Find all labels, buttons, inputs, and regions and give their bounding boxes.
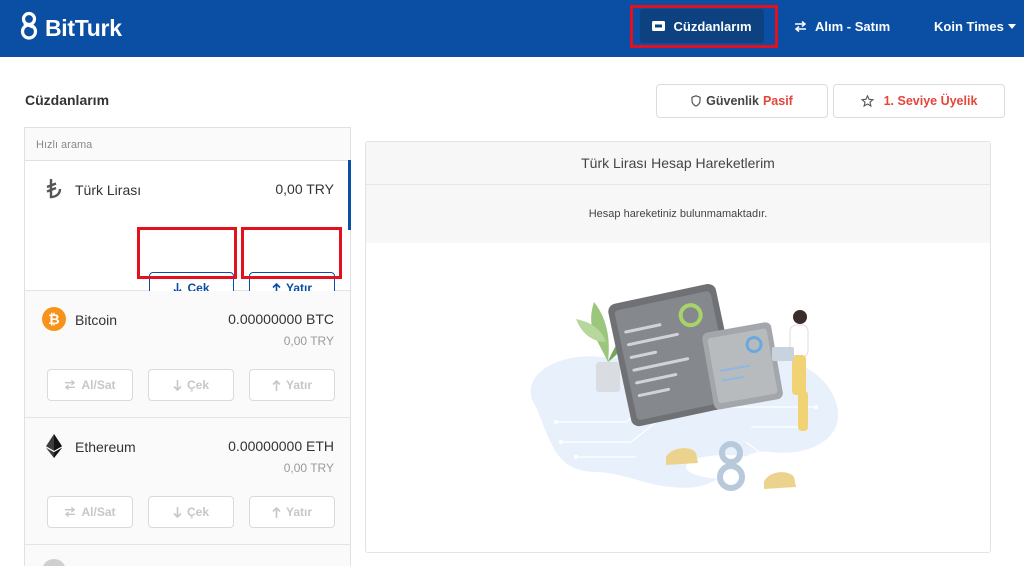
deposit-label: Yatır <box>285 378 312 392</box>
arrow-up-icon <box>272 506 281 518</box>
trade-button[interactable]: Al/Sat <box>47 369 133 401</box>
wallet-try-value: 0,00 TRY <box>283 334 334 348</box>
wallet-name: Bitcoin <box>75 312 118 328</box>
wallet-list-panel: Hızlı arama Türk Lirası 0,00 TRY Çek Yat… <box>24 127 351 566</box>
trade-label: Al/Sat <box>81 505 116 519</box>
security-status-button[interactable]: Güvenlik Pasif <box>656 84 828 118</box>
empty-state-illustration <box>530 283 839 491</box>
withdraw-label: Çek <box>186 378 209 392</box>
withdraw-button[interactable]: Çek <box>148 496 234 528</box>
account-history-panel: Türk Lirası Hesap Hareketlerim Hesap har… <box>365 141 991 553</box>
wallet-btc[interactable]: ₿ Bitcoin 0.00000000 BTC 0,00 TRY Al/Sat… <box>25 291 350 418</box>
shield-icon <box>691 95 701 107</box>
wallet-balance: 0.00000000 ETH <box>228 438 334 454</box>
history-empty-message: Hesap hareketiniz bulunmamaktadır. <box>366 185 990 243</box>
security-status: Pasif <box>762 94 793 108</box>
withdraw-label: Çek <box>186 505 209 519</box>
wallet-eth[interactable]: Ethereum 0.00000000 ETH 0,00 TRY Al/Sat … <box>25 418 350 545</box>
nav-trade-label: Alım - Satım <box>815 18 891 34</box>
nav-wallets[interactable]: Cüzdanlarım <box>640 9 764 43</box>
wallet-balance: 0.00000000 BTC <box>228 311 334 327</box>
deposit-button[interactable]: Yatır <box>249 496 335 528</box>
security-label: Güvenlik <box>706 94 759 108</box>
withdraw-button[interactable]: Çek <box>148 369 234 401</box>
wallet-try-value: 0,00 TRY <box>283 461 334 475</box>
swap-arrows-icon <box>64 380 76 390</box>
trade-button[interactable]: Al/Sat <box>47 496 133 528</box>
caret-down-icon <box>1007 23 1016 29</box>
wallet-icon <box>652 21 666 31</box>
deposit-button[interactable]: Yatır <box>249 369 335 401</box>
nav-trade[interactable]: Alım - Satım <box>794 9 890 43</box>
nav-koin-times-label: Koin Times <box>934 18 1004 34</box>
swap-arrows-icon <box>64 507 76 517</box>
lira-icon <box>42 177 66 201</box>
coin-icon <box>42 559 66 566</box>
arrow-down-icon <box>173 506 182 518</box>
wallet-balance: 0,00 TRY <box>275 181 334 197</box>
next-wallet-partial[interactable] <box>25 545 350 566</box>
arrow-down-icon <box>173 379 182 391</box>
page-title: Cüzdanlarım <box>25 92 110 108</box>
membership-level-button[interactable]: 1. Seviye Üyelik <box>833 84 1005 118</box>
history-title: Türk Lirası Hesap Hareketlerim <box>366 142 990 185</box>
star-icon <box>860 95 874 107</box>
swap-arrows-icon <box>794 20 807 32</box>
svg-text:₿: ₿ <box>48 312 59 328</box>
trade-label: Al/Sat <box>81 378 116 392</box>
wallet-try[interactable]: Türk Lirası 0,00 TRY Çek Yatır <box>25 161 350 304</box>
membership-level-label: 1. Seviye Üyelik <box>883 94 978 108</box>
wallet-name: Ethereum <box>75 439 136 455</box>
arrow-up-icon <box>272 379 281 391</box>
top-navbar: BitTurk Cüzdanlarım Alım - Satım Koin Ti… <box>0 0 1024 57</box>
wallet-name: Türk Lirası <box>75 182 142 198</box>
nav-koin-times[interactable]: Koin Times <box>934 9 1016 43</box>
bitcoin-icon: ₿ <box>42 307 66 331</box>
scroll-indicator[interactable] <box>348 160 351 230</box>
bitturk-logo-icon <box>18 11 40 46</box>
logo-text: BitTurk <box>45 15 122 41</box>
deposit-label: Yatır <box>285 505 312 519</box>
quick-search-input[interactable]: Hızlı arama <box>25 128 350 161</box>
logo[interactable]: BitTurk <box>18 11 122 46</box>
ethereum-icon <box>42 434 66 458</box>
nav-wallets-label: Cüzdanlarım <box>673 18 752 34</box>
